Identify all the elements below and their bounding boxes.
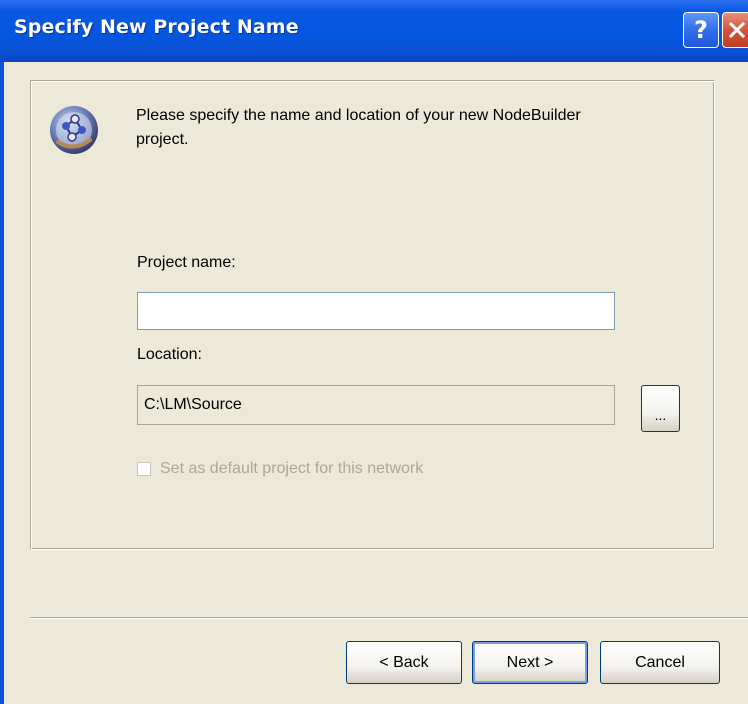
project-name-input[interactable] xyxy=(137,292,615,330)
window-title: Specify New Project Name xyxy=(14,16,299,38)
close-button[interactable] xyxy=(722,12,748,48)
default-project-checkbox-row: Set as default project for this network xyxy=(137,460,423,478)
back-button[interactable]: < Back xyxy=(346,641,462,684)
next-button[interactable]: Next > xyxy=(472,641,588,684)
button-separator xyxy=(30,617,748,619)
cancel-button[interactable]: Cancel xyxy=(600,641,720,684)
close-icon xyxy=(728,21,746,39)
window-frame-left xyxy=(0,62,4,704)
title-bar[interactable]: Specify New Project Name ? xyxy=(0,0,748,62)
location-field: C:\LM\Source xyxy=(137,385,615,425)
location-label: Location: xyxy=(137,346,202,363)
default-project-checkbox xyxy=(137,462,151,476)
dialog-window: Specify New Project Name ? Please specif… xyxy=(0,0,748,704)
help-button[interactable]: ? xyxy=(683,12,719,48)
project-name-label: Project name: xyxy=(137,254,236,271)
intro-text: Please specify the name and location of … xyxy=(136,107,581,148)
nodebuilder-app-icon xyxy=(50,106,98,154)
default-project-checkbox-label: Set as default project for this network xyxy=(160,460,424,477)
browse-button[interactable]: ... xyxy=(641,385,680,432)
